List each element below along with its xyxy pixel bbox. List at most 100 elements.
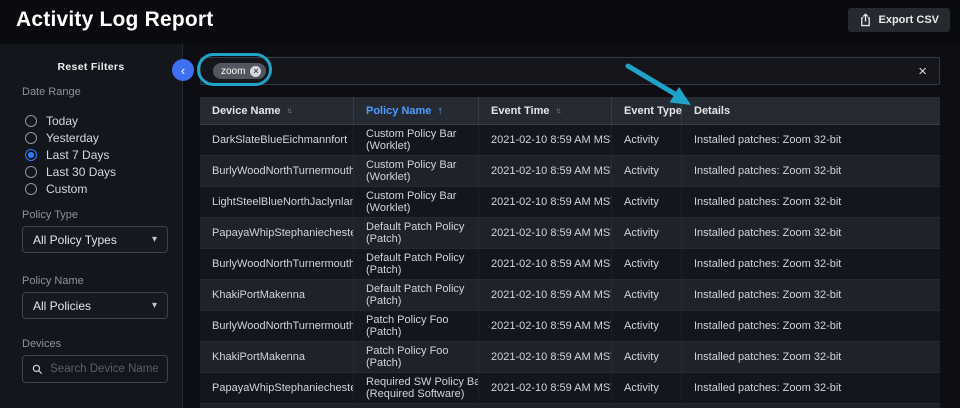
radio-label: Last 7 Days bbox=[46, 148, 109, 162]
cell-details: Installed patches: Zoom 32-bit bbox=[682, 187, 940, 217]
content-area: Reset Filters Date Range Today Yesterday L… bbox=[0, 44, 960, 408]
page-title: Activity Log Report bbox=[16, 8, 213, 32]
radio-circle[interactable] bbox=[25, 132, 37, 144]
cell-event-type: Activity bbox=[612, 280, 682, 310]
cell-policy-name: Default Patch Policy(Patch) bbox=[354, 249, 479, 279]
radio-circle[interactable] bbox=[25, 115, 37, 127]
cell-policy-name: Required SW Policy Baz(Required Software… bbox=[354, 373, 479, 403]
table-row: DarkSlateBlueEichmannfortCustom Policy B… bbox=[200, 125, 940, 156]
sort-icon: ↑↓ bbox=[556, 106, 562, 115]
cell-event-time: 2021-02-10 8:59 AM MST bbox=[479, 311, 612, 341]
cell-device-name: PapayaWhipStephaniechester bbox=[200, 218, 354, 248]
cell-device-name: KhakiPortMakenna bbox=[200, 342, 354, 372]
cell-details: Installed patches: Zoom 32-bit bbox=[682, 125, 940, 155]
policy-kind: (Patch) bbox=[366, 264, 466, 277]
column-label: Event Time bbox=[491, 105, 550, 117]
reset-filters-button[interactable]: Reset Filters bbox=[0, 61, 182, 73]
radio-label: Today bbox=[46, 114, 78, 128]
device-search-box[interactable] bbox=[22, 355, 168, 383]
cell-event-time: 2021-02-10 8:59 AM MST bbox=[479, 342, 612, 372]
radio-label: Last 30 Days bbox=[46, 165, 116, 179]
policy-title: Custom Policy Bar bbox=[366, 159, 466, 172]
cell-event-type: Activity bbox=[612, 249, 682, 279]
clear-search-icon[interactable]: × bbox=[918, 64, 927, 79]
cell-policy-name: Custom Policy Bar(Worklet) bbox=[354, 187, 479, 217]
radio-option-today[interactable]: Today bbox=[25, 112, 116, 129]
cell-device-name: PapayaWhipStephaniechester bbox=[200, 373, 354, 403]
filter-search-bar[interactable]: zoom × × bbox=[200, 57, 940, 85]
activity-log-table: Device Name↑↓Policy Name↑Event Time↑↓Eve… bbox=[200, 97, 940, 408]
radio-circle[interactable] bbox=[25, 149, 37, 161]
table-row: LightSteelBlueNorthJaclynlandCustom Poli… bbox=[200, 187, 940, 218]
cell-event-type: Activity bbox=[612, 125, 682, 155]
policy-kind: (Patch) bbox=[366, 295, 466, 308]
column-label: Policy Name bbox=[366, 105, 431, 117]
cell-event-time: 2021-02-10 8:59 AM MST bbox=[479, 187, 612, 217]
policy-type-select[interactable]: All Policy Types ▾ bbox=[22, 226, 168, 253]
cell-event-type: Activity bbox=[612, 342, 682, 372]
search-icon bbox=[32, 363, 43, 376]
cell-details: Installed patches: Zoom 32-bit bbox=[682, 311, 940, 341]
radio-circle[interactable] bbox=[25, 166, 37, 178]
sidebar-collapse-button[interactable]: ‹ bbox=[172, 59, 194, 81]
cell-policy-name: Custom Policy Bar(Worklet) bbox=[354, 156, 479, 186]
policy-name-select[interactable]: All Policies ▾ bbox=[22, 292, 168, 319]
table-header-row: Device Name↑↓Policy Name↑Event Time↑↓Eve… bbox=[200, 97, 940, 125]
filter-chip-zoom[interactable]: zoom × bbox=[213, 63, 266, 79]
cell-event-time: 2021-02-10 8:59 AM MST bbox=[479, 280, 612, 310]
policy-kind: (Required Software) bbox=[366, 388, 466, 401]
policy-title: Default Patch Policy bbox=[366, 252, 466, 265]
column-label: Details bbox=[694, 105, 730, 117]
chevron-down-icon: ▾ bbox=[152, 234, 157, 245]
cell-details: Installed patches: Zoom 32-bit bbox=[682, 373, 940, 403]
cell-policy-name: Patch Policy Foo(Patch) bbox=[354, 342, 479, 372]
filters-sidebar: Reset Filters Date Range Today Yesterday L… bbox=[0, 44, 183, 408]
cell-event-time: 2021-02-10 8:59 AM MST bbox=[479, 249, 612, 279]
cell-policy-name: Patch Policy Foo(Patch) bbox=[354, 311, 479, 341]
devices-label: Devices bbox=[22, 338, 61, 350]
radio-option-last-30-days[interactable]: Last 30 Days bbox=[25, 163, 116, 180]
cell-policy-name: Custom Policy Bar(Worklet) bbox=[354, 125, 479, 155]
table-body: DarkSlateBlueEichmannfortCustom Policy B… bbox=[200, 125, 940, 408]
chip-remove-icon[interactable]: × bbox=[250, 66, 261, 77]
table-row: PapayaWhipStephaniechesterRequired SW Po… bbox=[200, 373, 940, 404]
export-csv-button[interactable]: Export CSV bbox=[848, 8, 950, 32]
cell-event-time: 2021-02-10 8:59 AM MST bbox=[479, 156, 612, 186]
policy-title: Patch Policy Foo bbox=[366, 345, 466, 358]
cell-device-name: LightSteelBlueNorthJaclynland bbox=[200, 187, 354, 217]
radio-circle[interactable] bbox=[25, 183, 37, 195]
column-label: Event Type bbox=[624, 105, 682, 117]
cell-event-type: Activity bbox=[612, 311, 682, 341]
cell-details: Installed patches: Zoom 32-bit bbox=[682, 156, 940, 186]
policy-kind: (Patch) bbox=[366, 326, 466, 339]
policy-title: Default Patch Policy bbox=[366, 221, 466, 234]
filter-chip-label: zoom bbox=[221, 66, 245, 77]
policy-title: Custom Policy Bar bbox=[366, 128, 466, 141]
table-row: BurlyWoodNorthTurnermouthPatch Policy Fo… bbox=[200, 311, 940, 342]
cell-device-name: BurlyWoodNorthTurnermouth bbox=[200, 249, 354, 279]
cell-device-name: BurlyWoodNorthTurnermouth bbox=[200, 156, 354, 186]
policy-kind: (Patch) bbox=[366, 357, 466, 370]
radio-option-last-7-days[interactable]: Last 7 Days bbox=[25, 146, 116, 163]
device-search-input[interactable] bbox=[50, 363, 158, 375]
cell-device-name: KhakiPortMakenna bbox=[200, 280, 354, 310]
cell-details: Installed patches: Zoom 32-bit bbox=[682, 218, 940, 248]
export-csv-label: Export CSV bbox=[878, 14, 939, 26]
cell-details: Installed patches: Zoom 32-bit bbox=[682, 280, 940, 310]
activity-log-report-page: Activity Log Report Export CSV Reset Fil… bbox=[0, 0, 960, 408]
column-header-policy-name[interactable]: Policy Name↑ bbox=[354, 97, 479, 124]
table-row: BurlyWoodNorthTurnermouthDefault Patch P… bbox=[200, 249, 940, 280]
date-range-label: Date Range bbox=[22, 86, 81, 98]
cell-event-time: 2021-02-10 8:59 AM MST bbox=[479, 218, 612, 248]
column-header-event-time[interactable]: Event Time ↑↓ bbox=[479, 97, 612, 124]
table-row-partial bbox=[200, 404, 940, 408]
radio-option-custom[interactable]: Custom bbox=[25, 180, 116, 197]
column-header-device-name[interactable]: Device Name↑↓ bbox=[200, 97, 354, 124]
radio-option-yesterday[interactable]: Yesterday bbox=[25, 129, 116, 146]
radio-label: Yesterday bbox=[46, 131, 99, 145]
export-icon bbox=[859, 13, 872, 27]
table-row: PapayaWhipStephaniechester Default Patch … bbox=[200, 218, 940, 249]
sort-icon: ↑↓ bbox=[287, 106, 293, 115]
policy-kind: (Worklet) bbox=[366, 171, 466, 184]
policy-kind: (Worklet) bbox=[366, 140, 466, 153]
